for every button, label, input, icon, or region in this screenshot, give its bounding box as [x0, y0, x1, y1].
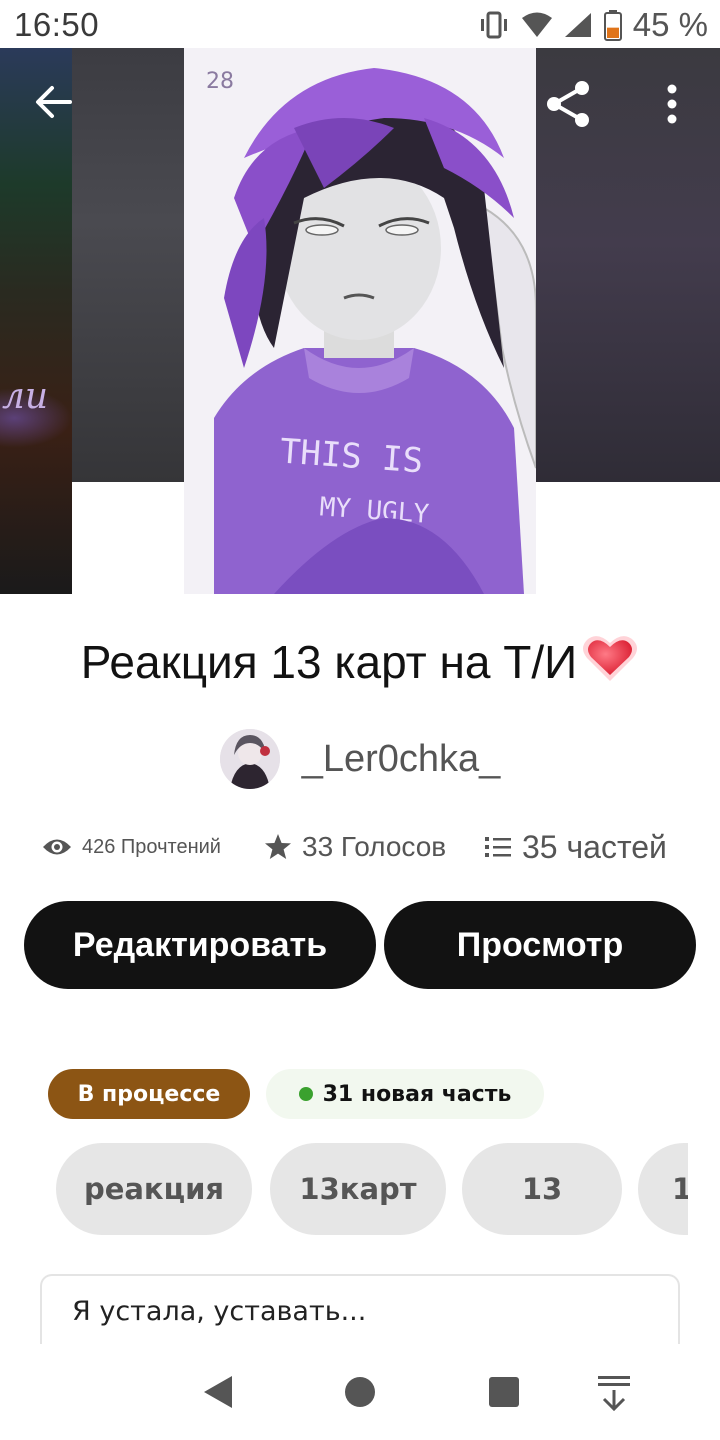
system-nav-bar [0, 1344, 720, 1440]
tag-list: реакция 13карт 13 1 [56, 1143, 688, 1235]
author-name[interactable]: _Ler0chka_ [302, 738, 501, 781]
status-time: 16:50 [14, 6, 100, 43]
vibrate-icon [480, 11, 507, 39]
parts-stat[interactable]: 35 частей [484, 822, 667, 872]
nav-recents-icon[interactable] [482, 1370, 526, 1414]
previous-cover-text: лu [2, 376, 49, 417]
description-text: Я устала, уставать... [72, 1296, 367, 1327]
reads-stat: 426 Прочтений [42, 822, 221, 872]
story-cover-image: THIS IS MY UGLY 28 [184, 48, 536, 594]
view-button[interactable]: Просмотр [384, 901, 696, 989]
parts-count: 35 частей [522, 828, 667, 865]
tag-chip[interactable]: реакция [56, 1143, 252, 1235]
reads-count: 426 Прочтений [82, 835, 221, 858]
signal-icon [564, 13, 591, 37]
list-icon [485, 837, 511, 857]
story-title: Реакция 13 карт на Т/И [0, 632, 720, 695]
star-icon [265, 834, 291, 859]
author-avatar[interactable] [219, 729, 280, 789]
edit-button[interactable]: Редактировать [24, 901, 376, 989]
nav-back-icon[interactable] [196, 1370, 240, 1414]
tag-chip[interactable]: 13карт [270, 1143, 446, 1235]
votes-count: 33 Голосов [302, 831, 447, 862]
tag-chip[interactable]: 1 [638, 1143, 688, 1235]
eye-icon [43, 839, 71, 855]
adjacent-cover-left[interactable] [72, 48, 184, 482]
cover-carousel[interactable]: лu THIS IS MY UGLY 28 [0, 48, 720, 594]
cover-corner-text: 28 [206, 69, 234, 94]
author-row[interactable]: _Ler0chka_ [0, 728, 720, 790]
nav-notification-pull-icon[interactable] [592, 1370, 636, 1414]
story-title-text: Реакция 13 карт на Т/И [80, 636, 578, 688]
votes-stat: 33 Голосов [264, 822, 446, 872]
new-parts-badge: 31 новая часть [266, 1069, 544, 1119]
wifi-icon [521, 12, 552, 37]
status-badge: В процессе [48, 1069, 250, 1119]
battery-icon [603, 10, 622, 41]
more-options-icon[interactable] [650, 80, 694, 128]
status-bar: 16:50 45 % [0, 0, 720, 48]
share-icon[interactable] [542, 78, 594, 130]
tag-chip[interactable]: 13 [462, 1143, 622, 1235]
heart-icon [581, 632, 639, 695]
back-arrow-icon[interactable] [30, 78, 78, 126]
new-indicator-dot [298, 1087, 313, 1101]
previous-story-cover[interactable]: лu [0, 48, 72, 594]
new-parts-label: 31 новая часть [322, 1081, 512, 1107]
story-stats: 426 Прочтений 33 Голосов 35 частей [0, 822, 720, 872]
status-icons: 45 % [477, 6, 708, 44]
nav-home-icon[interactable] [338, 1370, 382, 1414]
battery-percent: 45 % [632, 6, 708, 43]
